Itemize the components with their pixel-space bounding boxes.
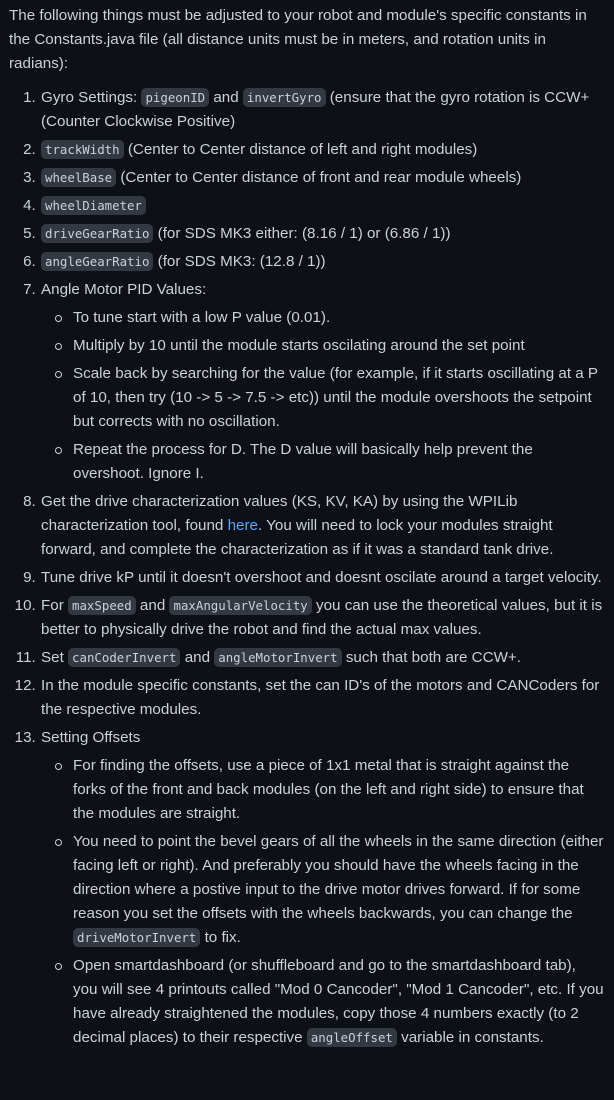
characterization-tool-link[interactable]: here bbox=[228, 517, 258, 534]
step-text: and bbox=[135, 597, 170, 614]
hollow-bullet-icon bbox=[55, 371, 62, 378]
step-angle-gear-ratio: angleGearRatio (for SDS MK3: (12.8 / 1)) bbox=[40, 250, 604, 274]
step-text: and bbox=[180, 649, 215, 666]
code-drive-motor-invert: driveMotorInvert bbox=[73, 928, 201, 947]
step-gyro-settings: Gyro Settings: pigeonID and invertGyro (… bbox=[40, 86, 604, 134]
step-text: Tune drive kP until it doesn't overshoot… bbox=[41, 569, 602, 586]
step-text: and bbox=[209, 89, 243, 106]
substep-text: to fix. bbox=[200, 929, 241, 946]
step-text: Angle Motor PID Values: bbox=[41, 281, 207, 298]
readme-document: The following things must be adjusted to… bbox=[0, 0, 614, 1050]
code-wheel-base: wheelBase bbox=[41, 168, 117, 187]
offset-substeps-list: For finding the offsets, use a piece of … bbox=[41, 754, 604, 1050]
substep-text: To tune start with a low P value (0.01). bbox=[73, 309, 331, 326]
step-wheel-diameter: wheelDiameter bbox=[40, 194, 604, 218]
step-max-speed: For maxSpeed and maxAngularVelocity you … bbox=[40, 594, 604, 642]
step-invert-settings: Set canCoderInvert and angleMotorInvert … bbox=[40, 646, 604, 670]
code-angle-offset: angleOffset bbox=[306, 1028, 397, 1047]
pid-substeps-list: To tune start with a low P value (0.01).… bbox=[41, 306, 604, 486]
code-wheel-diameter: wheelDiameter bbox=[41, 196, 146, 215]
step-text: For bbox=[41, 597, 69, 614]
substep-item: Repeat the process for D. The D value wi… bbox=[55, 438, 604, 486]
step-tune-drive-kp: Tune drive kP until it doesn't overshoot… bbox=[40, 566, 604, 590]
substep-text: Repeat the process for D. The D value wi… bbox=[73, 441, 533, 482]
step-can-ids: In the module specific constants, set th… bbox=[40, 674, 604, 722]
substep-item: Scale back by searching for the value (f… bbox=[55, 362, 604, 434]
hollow-bullet-icon bbox=[55, 963, 62, 970]
code-drive-gear-ratio: driveGearRatio bbox=[41, 224, 154, 243]
hollow-bullet-icon bbox=[55, 763, 62, 770]
substep-text: variable in constants. bbox=[396, 1029, 544, 1046]
step-drive-gear-ratio: driveGearRatio (for SDS MK3 either: (8.1… bbox=[40, 222, 604, 246]
step-text: In the module specific constants, set th… bbox=[41, 677, 600, 718]
step-track-width: trackWidth (Center to Center distance of… bbox=[40, 138, 604, 162]
substep-item: To tune start with a low P value (0.01). bbox=[55, 306, 604, 330]
step-angle-motor-pid: Angle Motor PID Values: To tune start wi… bbox=[40, 278, 604, 486]
substep-item: Multiply by 10 until the module starts o… bbox=[55, 334, 604, 358]
hollow-bullet-icon bbox=[55, 315, 62, 322]
step-text: (for SDS MK3 either: (8.16 / 1) or (6.86… bbox=[153, 225, 451, 242]
substep-text: Scale back by searching for the value (f… bbox=[73, 365, 598, 430]
substep-text: You need to point the bevel gears of all… bbox=[73, 833, 604, 922]
step-text: Gyro Settings: bbox=[41, 89, 142, 106]
code-cancoder-invert: canCoderInvert bbox=[68, 648, 181, 667]
substep-item: Open smartdashboard (or shuffleboard and… bbox=[55, 954, 604, 1050]
step-text: (for SDS MK3: (12.8 / 1)) bbox=[153, 253, 326, 270]
step-wheel-base: wheelBase (Center to Center distance of … bbox=[40, 166, 604, 190]
code-pigeon-id: pigeonID bbox=[141, 88, 210, 107]
setup-steps-list: Gyro Settings: pigeonID and invertGyro (… bbox=[9, 86, 604, 1050]
code-max-angular-velocity: maxAngularVelocity bbox=[169, 596, 312, 615]
hollow-bullet-icon bbox=[55, 343, 62, 350]
code-angle-gear-ratio: angleGearRatio bbox=[41, 252, 154, 271]
code-angle-motor-invert: angleMotorInvert bbox=[214, 648, 342, 667]
substep-text: For finding the offsets, use a piece of … bbox=[73, 757, 584, 822]
code-track-width: trackWidth bbox=[41, 140, 124, 159]
intro-paragraph: The following things must be adjusted to… bbox=[9, 7, 587, 72]
code-invert-gyro: invertGyro bbox=[242, 88, 326, 107]
hollow-bullet-icon bbox=[55, 839, 62, 846]
step-text: (Center to Center distance of front and … bbox=[116, 169, 522, 186]
step-text: such that both are CCW+. bbox=[341, 649, 521, 666]
hollow-bullet-icon bbox=[55, 447, 62, 454]
substep-item: You need to point the bevel gears of all… bbox=[55, 830, 604, 950]
step-text: Setting Offsets bbox=[41, 729, 141, 746]
substep-text: Multiply by 10 until the module starts o… bbox=[73, 337, 525, 354]
step-drive-characterization: Get the drive characterization values (K… bbox=[40, 490, 604, 562]
step-text: Set bbox=[41, 649, 69, 666]
step-text: (Center to Center distance of left and r… bbox=[123, 141, 478, 158]
step-setting-offsets: Setting Offsets For finding the offsets,… bbox=[40, 726, 604, 1050]
substep-item: For finding the offsets, use a piece of … bbox=[55, 754, 604, 826]
code-max-speed: maxSpeed bbox=[68, 596, 136, 615]
